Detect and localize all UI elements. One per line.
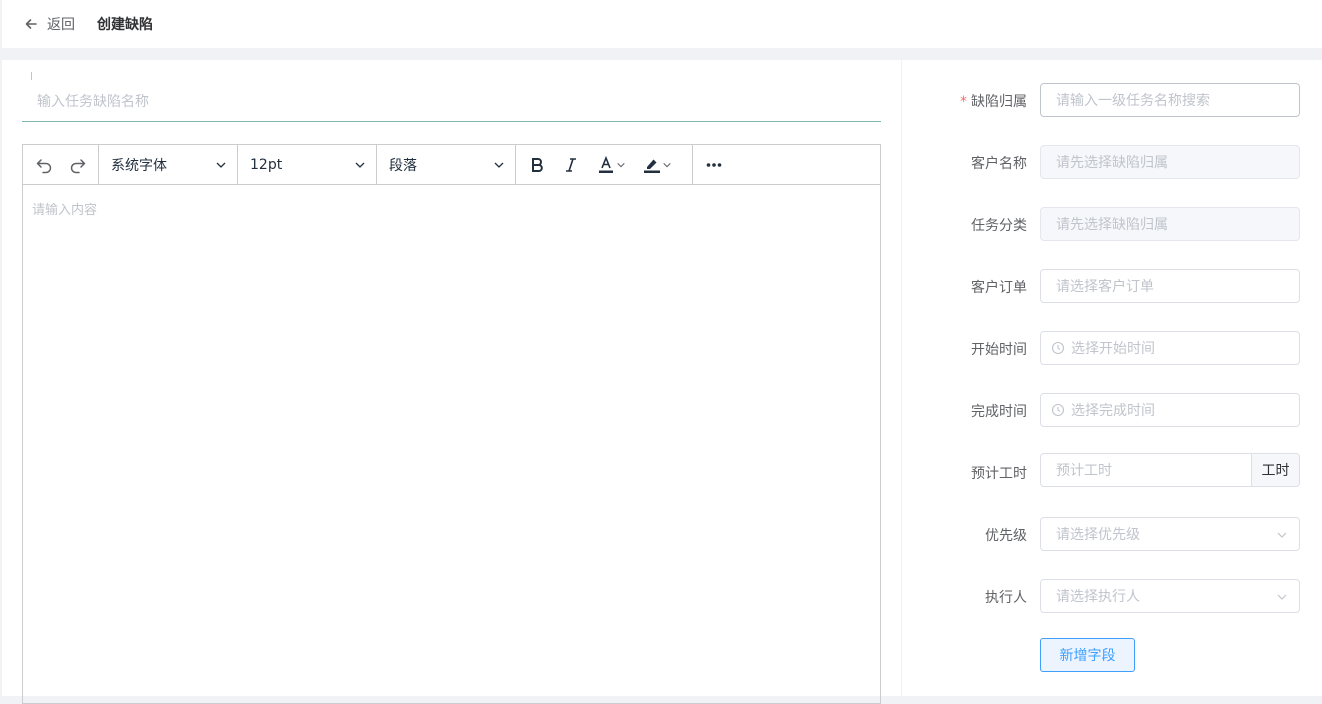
assignee-label: 执行人: [985, 590, 1027, 606]
more-button[interactable]: [697, 148, 731, 182]
redo-icon: [70, 158, 85, 173]
page-header: 返回 创建缺陷: [2, 0, 1322, 48]
italic-button[interactable]: [554, 148, 588, 182]
finish-time-placeholder: 选择完成时间: [1071, 403, 1155, 419]
form-row-estimated-hours: 预计工时 预计工时 工时: [902, 453, 1322, 487]
task-category-placeholder: 请先选择缺陷归属: [1056, 217, 1168, 233]
belong-label-text: 缺陷归属: [971, 94, 1027, 110]
history-group: [23, 145, 99, 184]
undo-button[interactable]: [27, 148, 61, 182]
editor-placeholder: 请输入内容: [32, 203, 98, 218]
customer-name-placeholder: 请先选择缺陷归属: [1056, 155, 1168, 171]
belong-placeholder: 请输入一级任务名称搜索: [1056, 93, 1210, 109]
assignee-select[interactable]: 请选择执行人: [1040, 579, 1300, 613]
clock-icon: [1051, 341, 1065, 355]
chevron-down-icon: [1277, 532, 1287, 538]
form-row-customer-name: 客户名称 请先选择缺陷归属: [902, 145, 1322, 179]
task-name-input[interactable]: [22, 82, 881, 122]
clock-icon: [1051, 403, 1065, 417]
form-row-task-category: 任务分类 请先选择缺陷归属: [902, 207, 1322, 241]
customer-name-label: 客户名称: [971, 156, 1027, 172]
start-time-placeholder: 选择开始时间: [1071, 341, 1155, 357]
back-button[interactable]: 返回: [24, 14, 75, 34]
form-row-assignee: 执行人 请选择执行人: [902, 579, 1322, 613]
bold-icon: [532, 157, 543, 172]
task-category-label: 任务分类: [971, 218, 1027, 234]
start-time-picker[interactable]: 选择开始时间: [1040, 331, 1300, 365]
finish-time-label: 完成时间: [971, 404, 1027, 420]
arrow-left-icon: [25, 19, 37, 29]
chevron-down-icon: [216, 162, 226, 168]
customer-order-input[interactable]: 请选择客户订单: [1040, 269, 1300, 303]
text-color-icon: [599, 155, 613, 173]
priority-select[interactable]: 请选择优先级: [1040, 517, 1300, 551]
form-row-belong: * 缺陷归属 请输入一级任务名称搜索: [902, 83, 1322, 117]
chevron-down-icon: [494, 162, 504, 168]
more-horizontal-icon: [706, 162, 722, 167]
customer-order-label: 客户订单: [971, 280, 1027, 296]
form-row-finish-time: 完成时间 选择完成时间: [902, 393, 1322, 427]
chevron-down-icon: [663, 162, 671, 167]
editor-toolbar: 系统字体 12pt 段落: [23, 145, 880, 185]
belong-input[interactable]: 请输入一级任务名称搜索: [1040, 83, 1300, 117]
customer-name-input: 请先选择缺陷归属: [1040, 145, 1300, 179]
font-family-select[interactable]: 系统字体: [99, 145, 238, 184]
form-row-customer-order: 客户订单 请选择客户订单: [902, 269, 1322, 303]
text-color-button[interactable]: [588, 148, 634, 182]
cursor-mark: [31, 72, 32, 80]
page-title: 创建缺陷: [97, 17, 153, 33]
chevron-down-icon: [355, 162, 365, 168]
estimated-hours-field: 预计工时 工时: [1040, 453, 1300, 487]
redo-button[interactable]: [61, 148, 95, 182]
required-mark: *: [960, 94, 967, 110]
assignee-placeholder: 请选择执行人: [1056, 589, 1140, 605]
font-family-value: 系统字体: [111, 157, 167, 174]
font-size-value: 12pt: [250, 156, 283, 173]
block-format-select[interactable]: 段落: [377, 145, 516, 184]
format-group: [516, 145, 693, 184]
task-category-input: 请先选择缺陷归属: [1040, 207, 1300, 241]
estimated-hours-label: 预计工时: [971, 466, 1027, 482]
estimated-hours-input[interactable]: 预计工时: [1041, 460, 1251, 480]
priority-label: 优先级: [985, 528, 1027, 544]
priority-placeholder: 请选择优先级: [1056, 527, 1140, 543]
back-label: 返回: [47, 17, 75, 33]
bold-button[interactable]: [520, 148, 554, 182]
undo-icon: [36, 158, 51, 173]
form-row-start-time: 开始时间 选择开始时间: [902, 331, 1322, 365]
editor-content-area[interactable]: 请输入内容: [23, 185, 880, 232]
customer-order-placeholder: 请选择客户订单: [1056, 279, 1154, 295]
start-time-label: 开始时间: [971, 342, 1027, 358]
italic-icon: [566, 157, 576, 172]
block-format-value: 段落: [389, 157, 417, 174]
form-panel: * 缺陷归属 请输入一级任务名称搜索 客户名称 请先选择缺陷归属 任务分类 请先选…: [902, 60, 1322, 696]
highlighter-icon: [644, 159, 660, 173]
rich-text-editor: 系统字体 12pt 段落 请输入内容: [22, 144, 881, 704]
finish-time-picker[interactable]: 选择完成时间: [1040, 393, 1300, 427]
chevron-down-icon: [617, 162, 625, 167]
font-size-select[interactable]: 12pt: [238, 145, 377, 184]
add-field-button[interactable]: 新增字段: [1040, 638, 1135, 672]
belong-label: * 缺陷归属: [960, 91, 1027, 111]
chevron-down-icon: [1277, 594, 1287, 600]
main-content: 系统字体 12pt 段落: [2, 60, 901, 704]
form-row-priority: 优先级 请选择优先级: [902, 517, 1322, 551]
highlight-color-button[interactable]: [634, 148, 680, 182]
hours-unit-label: 工时: [1251, 454, 1299, 486]
